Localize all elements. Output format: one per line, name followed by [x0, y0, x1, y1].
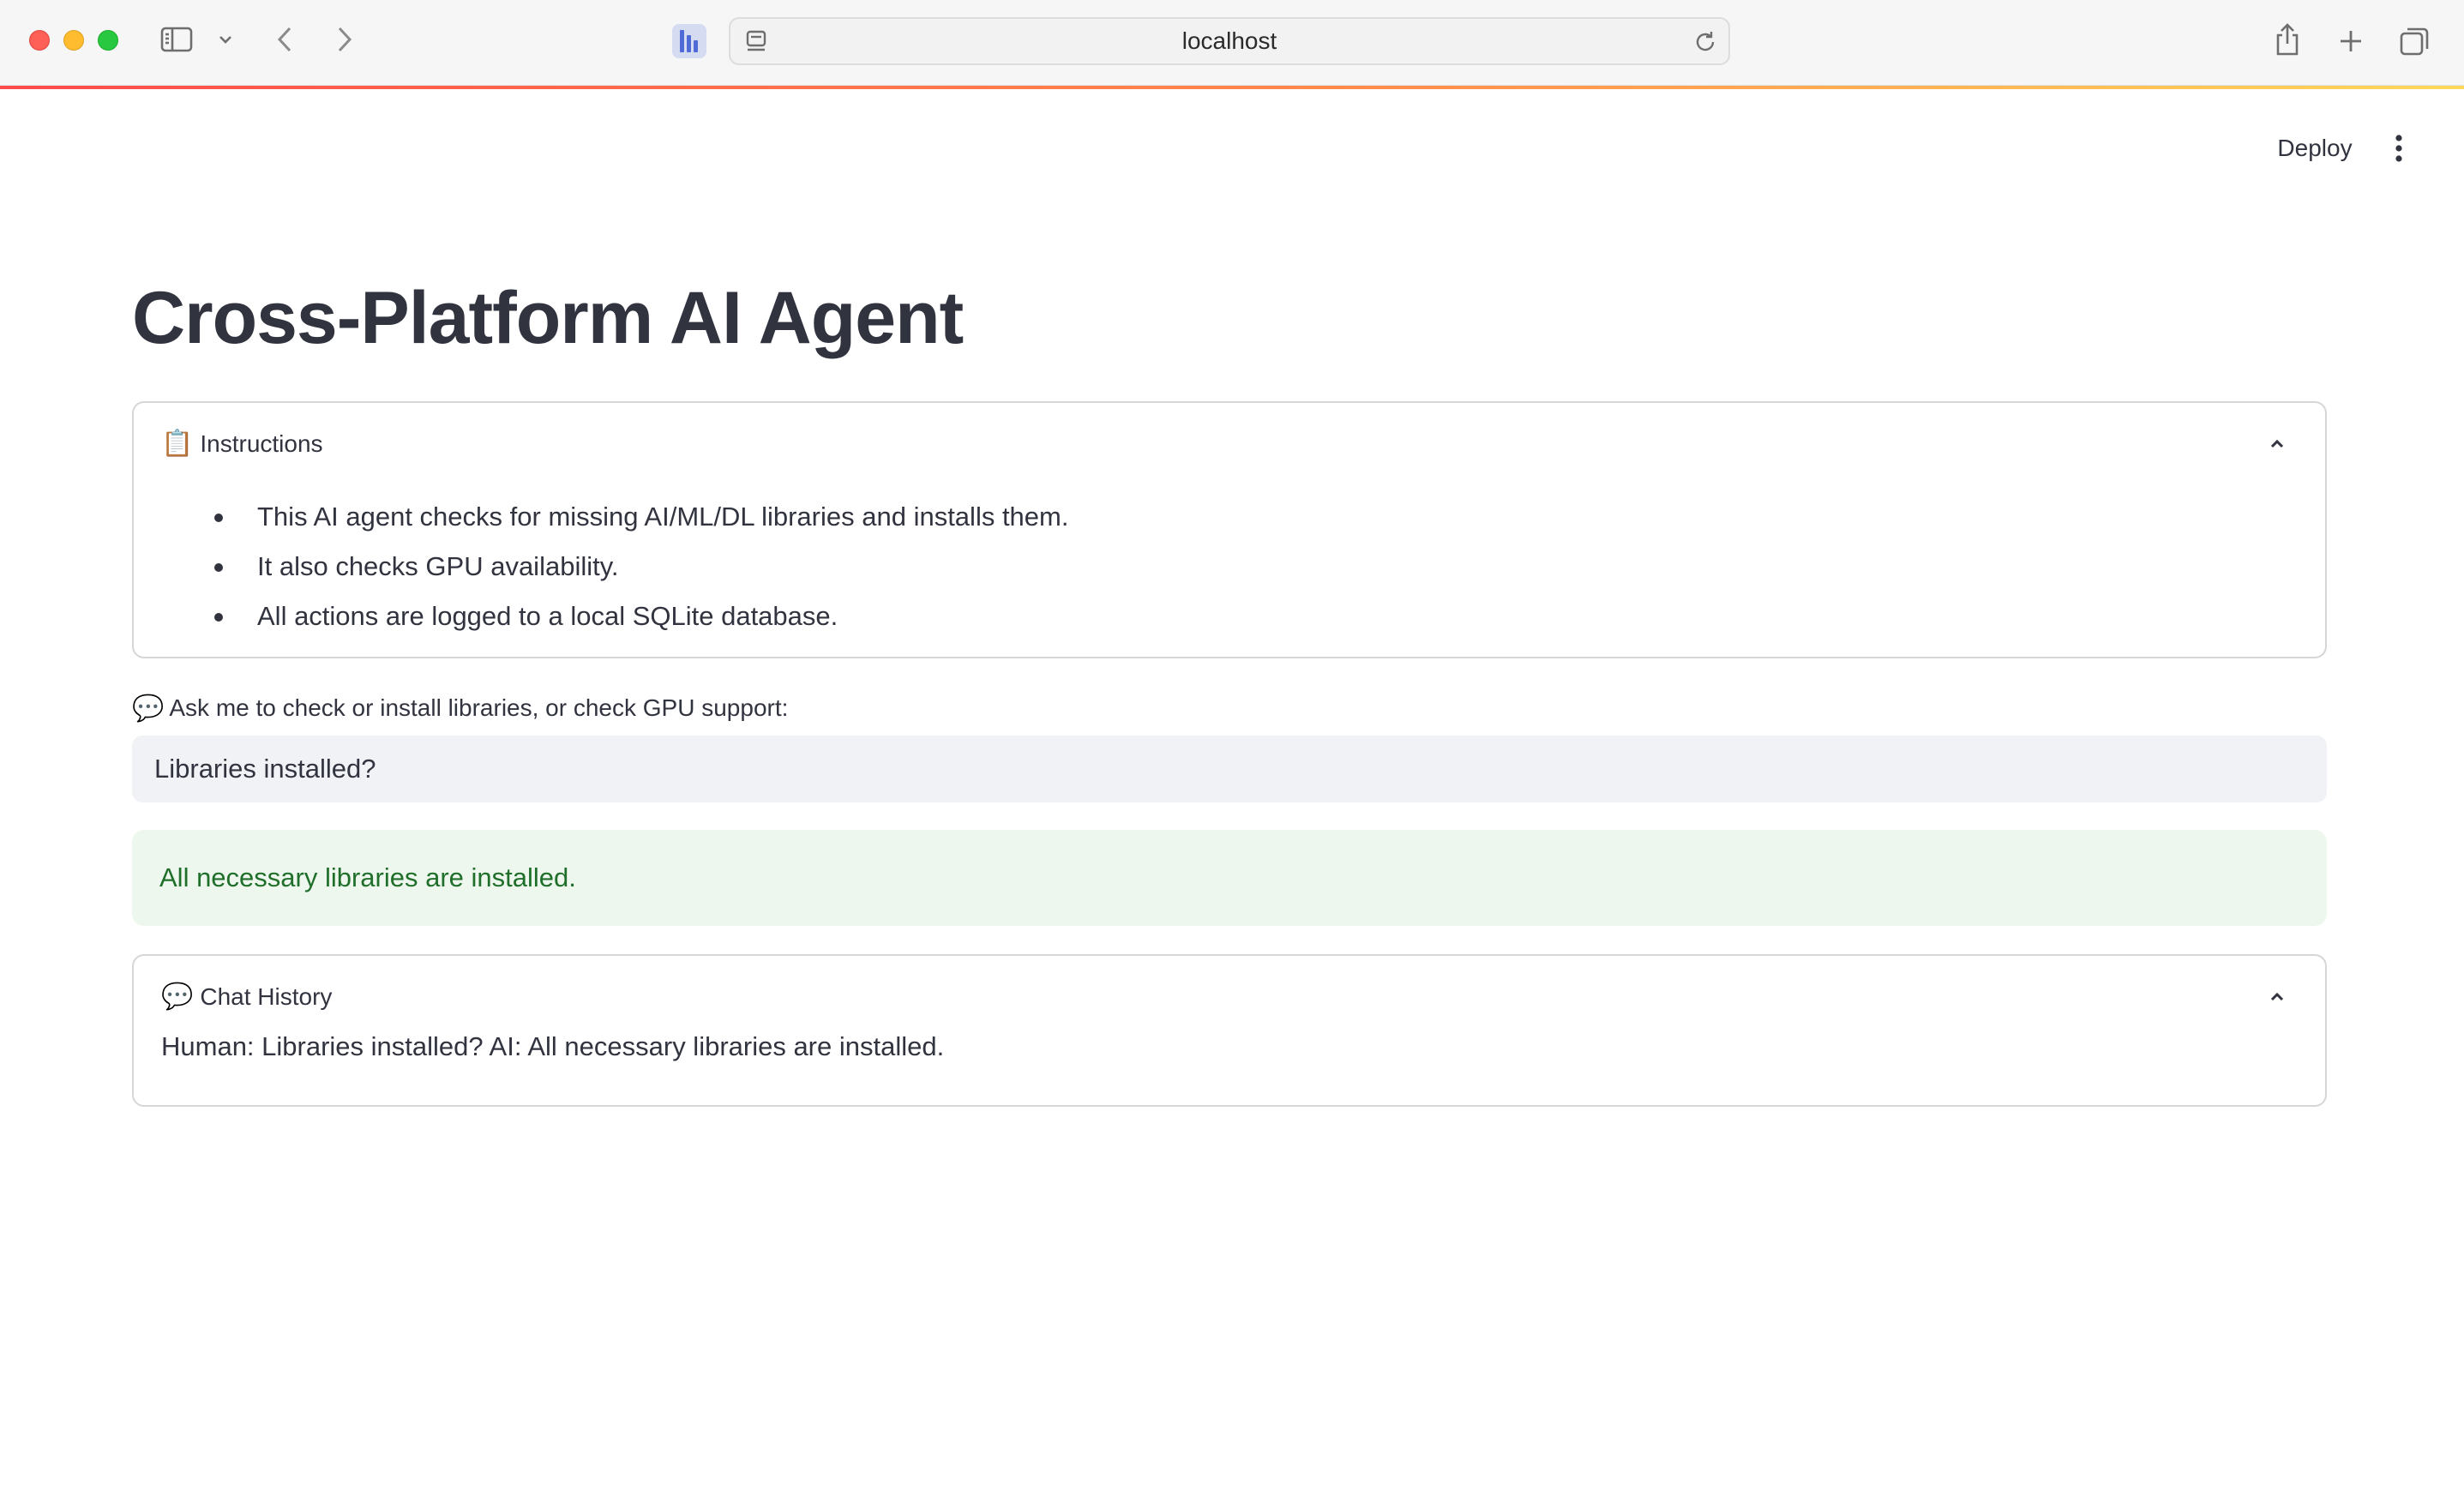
tab-overview-icon[interactable] [2397, 24, 2431, 58]
chat-history-expander: 💬 Chat History Human: Libraries installe… [132, 954, 2327, 1107]
browser-toolbar: localhost [0, 0, 2464, 86]
prompt-label: 💬 Ask me to check or install libraries, … [132, 691, 788, 725]
new-tab-icon[interactable] [2334, 24, 2368, 58]
clipboard-icon: 📋 [161, 430, 194, 458]
bullet-icon [214, 613, 223, 622]
prompt-label-text: Ask me to check or install libraries, or… [169, 694, 789, 721]
minimize-window-button[interactable] [63, 30, 84, 51]
sidebar-toggle-icon[interactable] [159, 26, 194, 53]
list-item: It also checks GPU availability. [182, 542, 1068, 592]
instructions-expander: 📋 Instructions This AI agent checks for … [132, 401, 2327, 658]
forward-arrow-icon[interactable] [333, 24, 357, 55]
list-item: All actions are logged to a local SQLite… [182, 592, 1068, 641]
bullet-icon [214, 563, 223, 572]
instructions-list: This AI agent checks for missing AI/ML/D… [182, 492, 1068, 641]
chat-input[interactable] [132, 736, 2327, 802]
deploy-button[interactable]: Deploy [2263, 127, 2366, 170]
page-title: Cross-Platform AI Agent [132, 277, 964, 359]
extension-icon[interactable] [672, 24, 706, 58]
speech-bubble-icon: 💬 [132, 694, 165, 723]
instructions-expander-header[interactable]: 📋 Instructions [161, 425, 2298, 463]
chat-history-label: Chat History [200, 983, 333, 1010]
chat-history-text: Human: Libraries installed? AI: All nece… [161, 1031, 945, 1061]
bullet-icon [214, 514, 223, 522]
app-loading-bar [0, 86, 2464, 89]
close-window-button[interactable] [29, 30, 50, 51]
address-bar[interactable]: localhost [729, 17, 1730, 65]
list-item-text: It also checks GPU availability. [257, 551, 619, 581]
list-item-text: All actions are logged to a local SQLite… [257, 601, 838, 631]
chevron-up-icon[interactable] [2263, 430, 2291, 458]
kebab-menu-icon[interactable] [2383, 127, 2414, 170]
chat-history-expander-header[interactable]: 💬 Chat History [161, 978, 2298, 1016]
zoom-window-button[interactable] [98, 30, 118, 51]
share-icon[interactable] [2272, 21, 2303, 58]
chevron-down-icon[interactable] [216, 29, 235, 50]
instructions-label: Instructions [200, 430, 323, 457]
list-item: This AI agent checks for missing AI/ML/D… [182, 492, 1068, 542]
reload-icon[interactable] [1692, 29, 1718, 55]
url-text: localhost [1181, 27, 1277, 54]
success-alert: All necessary libraries are installed. [132, 830, 2327, 926]
speech-bubble-icon: 💬 [161, 982, 194, 1011]
chevron-up-icon[interactable] [2263, 983, 2291, 1011]
list-item-text: This AI agent checks for missing AI/ML/D… [257, 502, 1069, 532]
back-arrow-icon[interactable] [273, 24, 297, 55]
